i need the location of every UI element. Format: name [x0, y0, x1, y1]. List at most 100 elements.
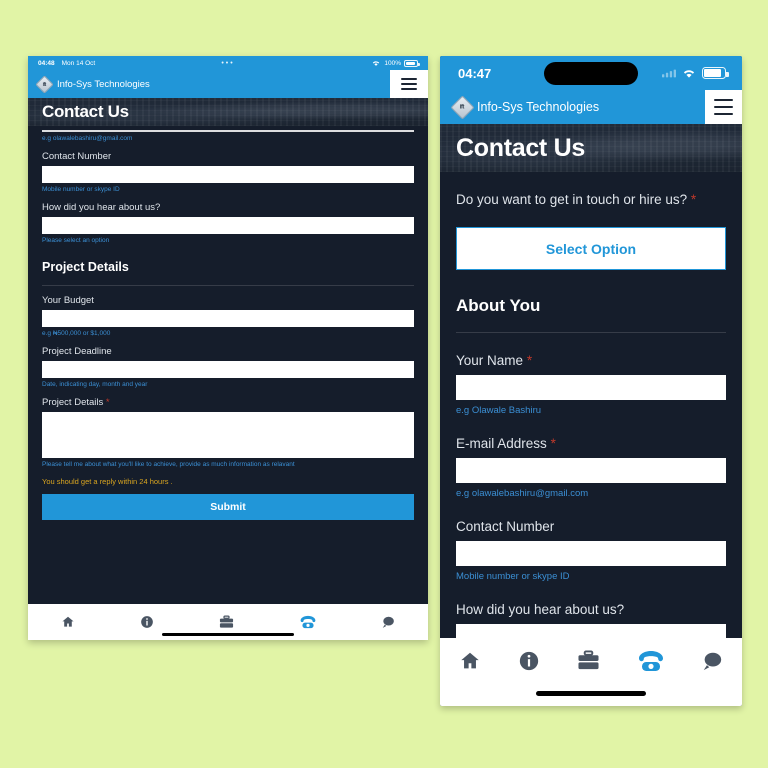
- battery-icon: [702, 67, 729, 79]
- info-icon: [141, 616, 153, 628]
- brand-block[interactable]: ift Info-Sys Technologies: [450, 94, 600, 120]
- nav-chat-tab[interactable]: [381, 615, 395, 629]
- info-icon: [519, 651, 539, 671]
- status-battery-percent: 100%: [384, 59, 401, 67]
- nav-briefcase-tab[interactable]: [219, 615, 234, 629]
- logo-monogram: ift: [460, 103, 465, 110]
- phone-contact-form[interactable]: Do you want to get in touch or hire us? …: [440, 172, 742, 638]
- status-time: 04:47: [458, 65, 492, 81]
- field-label: Project Deadline: [42, 345, 112, 357]
- wifi-icon: [683, 70, 695, 78]
- section-title-about-you: About You: [456, 296, 541, 315]
- tablet-status-bar: 04:48 Mon 14 Oct ••• 100%: [28, 56, 428, 70]
- field-label: How did you hear about us?: [42, 201, 161, 213]
- field-hint: e.g olawalebashiru@gmail.com: [456, 488, 589, 499]
- field-group-project-details: Project Details * Please tell me about w…: [42, 397, 414, 468]
- field-hint: Mobile number or skype ID: [42, 185, 120, 193]
- home-indicator: [536, 691, 646, 696]
- field-group-budget: Your Budget e.g ₦500,000 or $1,000: [42, 295, 414, 337]
- field-hint: Please select an option: [42, 236, 110, 244]
- intro-question-text: Do you want to get in touch or hire us?: [456, 192, 688, 207]
- status-date: Mon 14 Oct: [61, 59, 96, 67]
- telephone-icon: [638, 651, 663, 671]
- tablet-page-banner: Contact Us: [28, 98, 428, 126]
- telephone-icon: [300, 615, 316, 629]
- section-divider: [456, 332, 726, 333]
- nav-info-tab[interactable]: [140, 615, 154, 629]
- email-input[interactable]: [456, 458, 726, 483]
- field-hint: Date, indicating day, month and year: [42, 380, 148, 388]
- field-label: Your Budget: [42, 294, 94, 306]
- status-time: 04:48: [38, 59, 55, 67]
- nav-info-tab[interactable]: [518, 650, 540, 672]
- field-label: Contact Number: [456, 519, 555, 534]
- email-field-hint: e.g olawalebashiru@gmail.com: [42, 134, 133, 142]
- tablet-contact-form[interactable]: e.g olawalebashiru@gmail.com Contact Num…: [28, 126, 428, 604]
- wifi-icon: [373, 61, 380, 66]
- home-indicator: [162, 632, 294, 636]
- field-group-contact-number: Contact Number Mobile number or skype ID: [42, 151, 414, 193]
- tablet-device: 04:48 Mon 14 Oct ••• 100% ift Info-Sys T…: [28, 56, 428, 640]
- chat-bubble-icon: [383, 616, 395, 628]
- section-divider: [42, 284, 414, 286]
- field-group-referral-source: How did you hear about us? Please select…: [42, 202, 414, 244]
- battery-icon: [404, 59, 420, 67]
- home-icon: [460, 652, 479, 669]
- nav-home-tab[interactable]: [459, 650, 481, 672]
- field-hint: e.g ₦500,000 or $1,000: [42, 329, 111, 337]
- screenshot-canvas: 04:48 Mon 14 Oct ••• 100% ift Info-Sys T…: [0, 0, 768, 768]
- budget-input[interactable]: [42, 309, 414, 327]
- page-title: Contact Us: [456, 133, 585, 162]
- nav-briefcase-tab[interactable]: [577, 650, 600, 671]
- project-details-textarea[interactable]: [42, 411, 414, 458]
- hamburger-menu-icon[interactable]: [390, 70, 428, 98]
- field-label: How did you hear about us?: [456, 602, 625, 617]
- hamburger-menu-icon[interactable]: [705, 90, 742, 124]
- status-right-cluster: 100%: [371, 59, 420, 67]
- brand-name: Info-Sys Technologies: [477, 100, 600, 114]
- field-label: E-mail Address *: [456, 436, 726, 451]
- logo-monogram: ift: [42, 80, 47, 87]
- referral-source-input[interactable]: [42, 216, 414, 234]
- phone-bottom-nav: [440, 638, 742, 706]
- briefcase-icon: [578, 650, 599, 670]
- status-center-dots: •••: [221, 59, 235, 67]
- status-right-cluster: [662, 67, 729, 79]
- company-logo-icon: ift: [450, 94, 475, 120]
- phone-app-bar: ift Info-Sys Technologies: [440, 90, 742, 124]
- field-label-text: Your Name: [456, 353, 524, 368]
- page-title: Contact Us: [42, 102, 129, 121]
- your-name-input[interactable]: [456, 375, 726, 400]
- required-marker: *: [690, 192, 697, 207]
- nav-contact-tab[interactable]: [300, 615, 316, 629]
- field-group-email: E-mail Address * e.g olawalebashiru@gmai…: [456, 436, 726, 499]
- field-hint: Please tell me about what you'll like to…: [42, 460, 295, 468]
- field-hint: e.g Olawale Bashiru: [456, 405, 542, 416]
- field-label-text: E-mail Address: [456, 436, 547, 451]
- required-marker: *: [105, 396, 110, 408]
- nav-chat-tab[interactable]: [701, 650, 723, 672]
- submit-button[interactable]: Submit: [42, 493, 414, 520]
- required-marker: *: [526, 353, 533, 368]
- field-group-your-name: Your Name * e.g Olawale Bashiru: [456, 353, 726, 416]
- deadline-input[interactable]: [42, 360, 414, 378]
- field-label: Your Name *: [456, 353, 726, 368]
- field-group-contact-number: Contact Number Mobile number or skype ID: [456, 519, 726, 582]
- field-group-referral-source: How did you hear about us? Please select…: [456, 602, 726, 638]
- field-group-deadline: Project Deadline Date, indicating day, m…: [42, 346, 414, 388]
- brand-name: Info-Sys Technologies: [57, 78, 150, 90]
- brand-block[interactable]: ift Info-Sys Technologies: [35, 74, 150, 94]
- title-underline: [42, 130, 414, 132]
- field-label: Contact Number: [42, 150, 112, 162]
- field-hint: Mobile number or skype ID: [456, 571, 570, 582]
- required-marker: *: [550, 436, 556, 451]
- nav-home-tab[interactable]: [61, 615, 75, 629]
- field-label: Project Details *: [42, 397, 414, 408]
- dynamic-island: [544, 62, 638, 85]
- contact-number-input[interactable]: [456, 541, 726, 566]
- contact-number-input[interactable]: [42, 165, 414, 183]
- select-option-button[interactable]: Select Option: [456, 227, 726, 270]
- nav-contact-tab[interactable]: [638, 650, 664, 672]
- referral-source-input[interactable]: [456, 624, 726, 638]
- tablet-bottom-nav: [28, 604, 428, 640]
